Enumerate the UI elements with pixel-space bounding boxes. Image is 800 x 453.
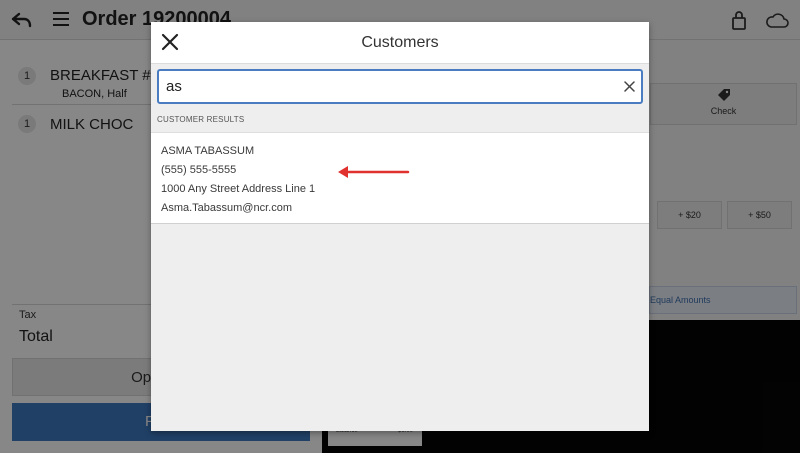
annotation-arrow-icon bbox=[338, 166, 410, 178]
customers-dialog: Customers CUSTOMER RESULTS ASMA TABASSUM… bbox=[151, 22, 649, 431]
customer-address: 1000 Any Street Address Line 1 bbox=[161, 183, 316, 195]
dialog-header: Customers bbox=[151, 22, 649, 64]
search-field[interactable] bbox=[157, 69, 643, 104]
customer-phone: (555) 555-5555 bbox=[161, 164, 237, 176]
customer-name: ASMA TABASSUM bbox=[161, 145, 255, 157]
dialog-title: Customers bbox=[361, 34, 439, 51]
results-header: CUSTOMER RESULTS bbox=[157, 115, 245, 124]
customer-search-input[interactable] bbox=[159, 71, 614, 102]
customer-email: Asma.Tabassum@ncr.com bbox=[161, 202, 292, 214]
clear-icon[interactable] bbox=[624, 81, 635, 92]
